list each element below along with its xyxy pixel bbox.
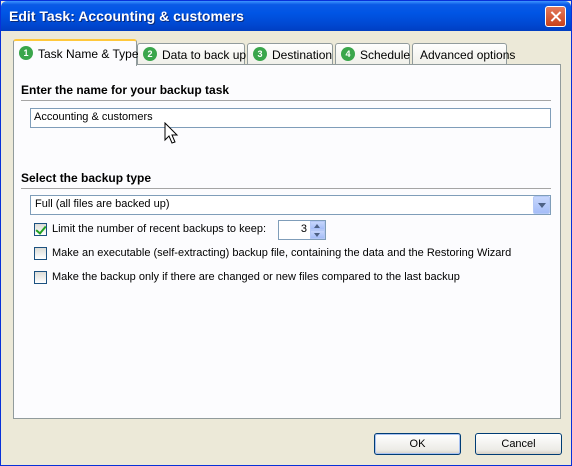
backup-type-value: Full (all files are backed up) bbox=[35, 198, 170, 210]
close-icon[interactable] bbox=[545, 6, 566, 27]
backups-count-stepper[interactable]: 3 bbox=[278, 220, 326, 240]
title-bar[interactable]: Edit Task: Accounting & customers bbox=[1, 1, 571, 31]
changed-only-checkbox[interactable] bbox=[34, 271, 47, 284]
tab-label: Advanced options bbox=[420, 48, 516, 62]
tab-advanced-options[interactable]: Advanced options bbox=[412, 43, 515, 64]
spin-up-icon[interactable] bbox=[310, 221, 325, 230]
tab-destination[interactable]: 3 Destination bbox=[247, 43, 333, 64]
step-1-badge: 1 bbox=[19, 46, 33, 60]
mouse-cursor-icon bbox=[164, 122, 179, 144]
window-title: Edit Task: Accounting & customers bbox=[9, 8, 244, 24]
task-name-input[interactable]: Accounting & customers bbox=[30, 108, 551, 128]
tab-data-to-back-up[interactable]: 2 Data to back up bbox=[137, 43, 247, 64]
ok-button[interactable]: OK bbox=[374, 433, 461, 455]
executable-label: Make an executable (self-extracting) bac… bbox=[52, 247, 512, 259]
tab-label: Destination bbox=[272, 48, 333, 62]
spin-down-icon[interactable] bbox=[310, 230, 325, 239]
tab-label: Task Name & Type bbox=[38, 47, 139, 61]
tab-task-name-type[interactable]: 1 Task Name & Type bbox=[13, 39, 139, 66]
cancel-button[interactable]: Cancel bbox=[475, 433, 562, 455]
executable-checkbox[interactable] bbox=[34, 247, 47, 260]
step-3-badge: 3 bbox=[253, 47, 267, 61]
divider bbox=[21, 188, 551, 189]
step-4-badge: 4 bbox=[341, 47, 355, 61]
changed-only-label: Make the backup only if there are change… bbox=[52, 271, 460, 283]
divider bbox=[21, 100, 551, 101]
tab-schedule[interactable]: 4 Schedule bbox=[335, 43, 410, 64]
chevron-down-icon[interactable] bbox=[533, 196, 550, 214]
tab-label: Schedule bbox=[360, 48, 411, 62]
name-section-title: Enter the name for your backup task bbox=[21, 83, 230, 97]
edit-task-dialog: Edit Task: Accounting & customers 1 Task… bbox=[0, 0, 572, 466]
tab-panel: Enter the name for your backup task Acco… bbox=[13, 64, 561, 419]
step-2-badge: 2 bbox=[143, 47, 157, 61]
limit-backups-checkbox[interactable] bbox=[34, 223, 47, 236]
backup-type-select[interactable]: Full (all files are backed up) bbox=[30, 195, 551, 215]
backups-count-value: 3 bbox=[300, 223, 307, 235]
type-section-title: Select the backup type bbox=[21, 171, 152, 185]
limit-backups-label: Limit the number of recent backups to ke… bbox=[52, 223, 267, 235]
tab-label: Data to back up bbox=[162, 48, 247, 62]
